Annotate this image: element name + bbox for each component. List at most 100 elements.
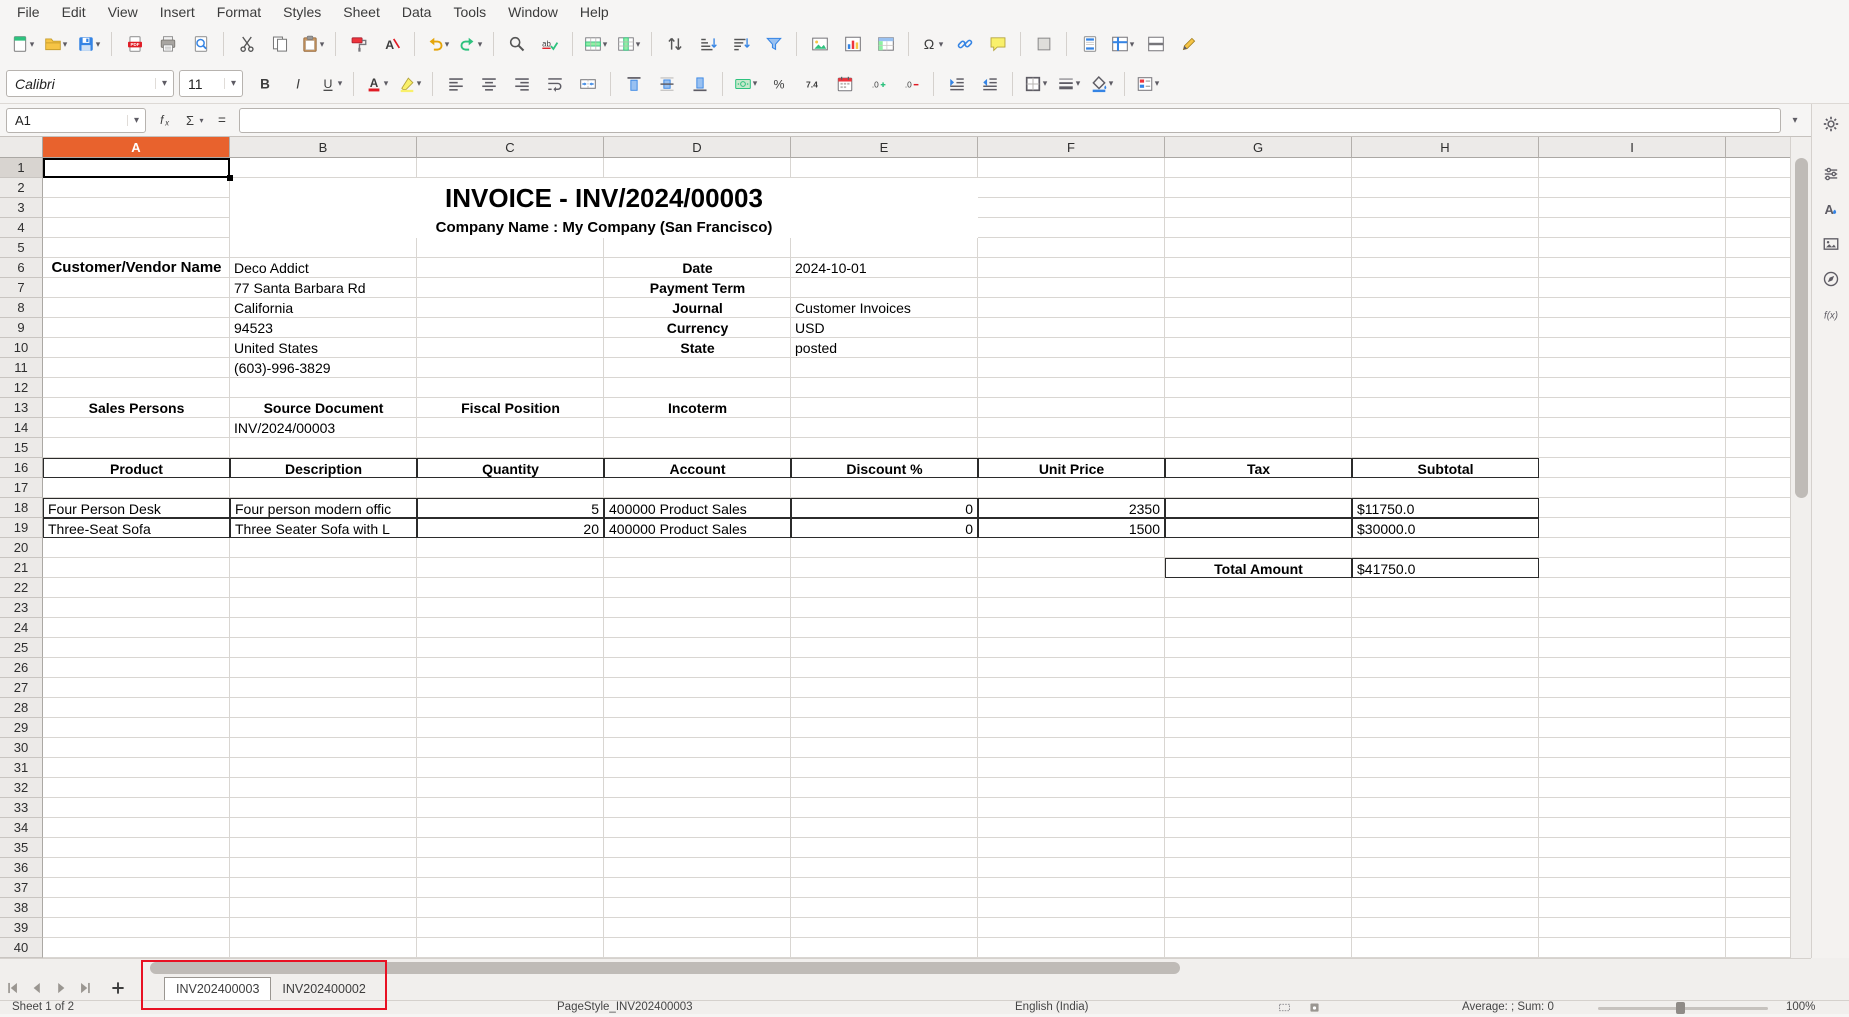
row-header-28[interactable]: 28	[0, 698, 43, 718]
cell-G18[interactable]	[1165, 498, 1352, 518]
row-header-27[interactable]: 27	[0, 678, 43, 698]
highlighting-color-button[interactable]: ▾	[393, 68, 426, 100]
format-as-percent-button[interactable]: %	[762, 68, 795, 100]
cell-D8[interactable]: Journal	[604, 298, 791, 318]
selection-mode-icon[interactable]	[1278, 1001, 1292, 1014]
redo-button[interactable]: ▾	[454, 28, 487, 60]
dropdown-arrow-icon[interactable]: ▾	[63, 39, 68, 50]
dropdown-arrow-icon[interactable]: ▾	[445, 39, 450, 50]
row-header-18[interactable]: 18	[0, 498, 43, 518]
formula-input[interactable]	[239, 108, 1781, 133]
first-sheet-button[interactable]	[2, 978, 24, 998]
column-header-G[interactable]: G	[1165, 137, 1352, 158]
cell-D10[interactable]: State	[604, 338, 791, 358]
conditional-formatting-button[interactable]: ▾	[1131, 68, 1164, 100]
cell-H19[interactable]: $30000.0	[1352, 518, 1539, 538]
menu-tools[interactable]: Tools	[442, 2, 497, 22]
column-header-C[interactable]: C	[417, 137, 604, 158]
row-header-4[interactable]: 4	[0, 218, 43, 238]
align-center-button[interactable]	[472, 68, 505, 100]
freeze-rows-and-columns-button[interactable]: ▾	[1106, 28, 1139, 60]
cell-H18[interactable]: $11750.0	[1352, 498, 1539, 518]
menu-view[interactable]: View	[97, 2, 149, 22]
menu-styles[interactable]: Styles	[272, 2, 332, 22]
cell-B8[interactable]: California	[230, 298, 417, 318]
column-header-A[interactable]: A	[43, 137, 230, 158]
cell-B6[interactable]: Deco Addict	[230, 258, 417, 278]
cell-F16[interactable]: Unit Price	[978, 458, 1165, 478]
cell-E9[interactable]: USD	[791, 318, 978, 338]
chevron-down-icon[interactable]: ▾	[127, 115, 145, 126]
column-header-E[interactable]: E	[791, 137, 978, 158]
row-header-23[interactable]: 23	[0, 598, 43, 618]
cell-B4[interactable]: Company Name : My Company (San Francisco…	[230, 218, 978, 238]
row-header-1[interactable]: 1	[0, 158, 43, 178]
row-header-5[interactable]: 5	[0, 238, 43, 258]
horizontal-scrollbar[interactable]	[0, 958, 1811, 976]
new-button[interactable]: ▾	[6, 28, 39, 60]
row-header-38[interactable]: 38	[0, 898, 43, 918]
dropdown-arrow-icon[interactable]: ▾	[320, 39, 325, 50]
formula-button[interactable]: =	[208, 108, 235, 133]
row-header-32[interactable]: 32	[0, 778, 43, 798]
dropdown-arrow-icon[interactable]: ▾	[338, 78, 343, 89]
clear-direct-formatting-button[interactable]: A	[375, 28, 408, 60]
insert-special-characters-button[interactable]: Ω▾	[915, 28, 948, 60]
row-header-10[interactable]: 10	[0, 338, 43, 358]
row-header-12[interactable]: 12	[0, 378, 43, 398]
sheet-tab-INV202400003[interactable]: INV202400003	[164, 977, 271, 1000]
row-header-22[interactable]: 22	[0, 578, 43, 598]
dropdown-arrow-icon[interactable]: ▾	[1130, 39, 1135, 50]
cut-button[interactable]	[230, 28, 263, 60]
insert-comment-button[interactable]	[981, 28, 1014, 60]
row-header-40[interactable]: 40	[0, 938, 43, 958]
row-header-39[interactable]: 39	[0, 918, 43, 938]
column-header-I[interactable]: I	[1539, 137, 1726, 158]
italic-button[interactable]: I	[281, 68, 314, 100]
cell-C16[interactable]: Quantity	[417, 458, 604, 478]
row-header-37[interactable]: 37	[0, 878, 43, 898]
align-left-button[interactable]	[439, 68, 472, 100]
row-header-13[interactable]: 13	[0, 398, 43, 418]
format-as-number-button[interactable]: 7.4	[795, 68, 828, 100]
document-modified-icon[interactable]	[1308, 1001, 1322, 1014]
row-header-21[interactable]: 21	[0, 558, 43, 578]
cell-C13[interactable]: Fiscal Position	[417, 398, 604, 418]
background-color-button[interactable]: ▾	[1085, 68, 1118, 100]
cell-D19[interactable]: 400000 Product Sales	[604, 518, 791, 538]
row-header-2[interactable]: 2	[0, 178, 43, 198]
paste-button[interactable]: ▾	[296, 28, 329, 60]
styles-button[interactable]: A	[1817, 195, 1845, 223]
row-header-17[interactable]: 17	[0, 478, 43, 498]
cell-F18[interactable]: 2350	[978, 498, 1165, 518]
row-header-14[interactable]: 14	[0, 418, 43, 438]
headers-and-footers-button[interactable]	[1073, 28, 1106, 60]
cell-G21[interactable]: Total Amount	[1165, 558, 1352, 578]
sort-ascending-button[interactable]	[691, 28, 724, 60]
menu-help[interactable]: Help	[569, 2, 620, 22]
chevron-down-icon[interactable]: ▾	[224, 78, 242, 89]
format-as-currency-button[interactable]: ▾	[729, 68, 762, 100]
cell-H16[interactable]: Subtotal	[1352, 458, 1539, 478]
format-as-date-button[interactable]	[828, 68, 861, 100]
row-header-25[interactable]: 25	[0, 638, 43, 658]
name-box[interactable]: A1 ▾	[6, 108, 146, 133]
functions-button[interactable]: f(x)	[1817, 300, 1845, 328]
center-vertically-button[interactable]	[650, 68, 683, 100]
row-header-31[interactable]: 31	[0, 758, 43, 778]
row-header-15[interactable]: 15	[0, 438, 43, 458]
column-button[interactable]: ▾	[612, 28, 645, 60]
cell-F19[interactable]: 1500	[978, 518, 1165, 538]
column-header-D[interactable]: D	[604, 137, 791, 158]
text-language[interactable]: English (India)	[1015, 1001, 1089, 1014]
cell-B18[interactable]: Four person modern offic	[230, 498, 417, 518]
dropdown-arrow-icon[interactable]: ▾	[417, 78, 422, 89]
menu-data[interactable]: Data	[391, 2, 443, 22]
sort-button[interactable]	[658, 28, 691, 60]
align-top-button[interactable]	[617, 68, 650, 100]
insert-image-button[interactable]	[803, 28, 836, 60]
insert-hyperlink-button[interactable]	[948, 28, 981, 60]
dropdown-arrow-icon[interactable]: ▾	[96, 39, 101, 50]
dropdown-arrow-icon[interactable]: ▾	[753, 78, 758, 89]
export-as-pdf-button[interactable]: PDF	[118, 28, 151, 60]
